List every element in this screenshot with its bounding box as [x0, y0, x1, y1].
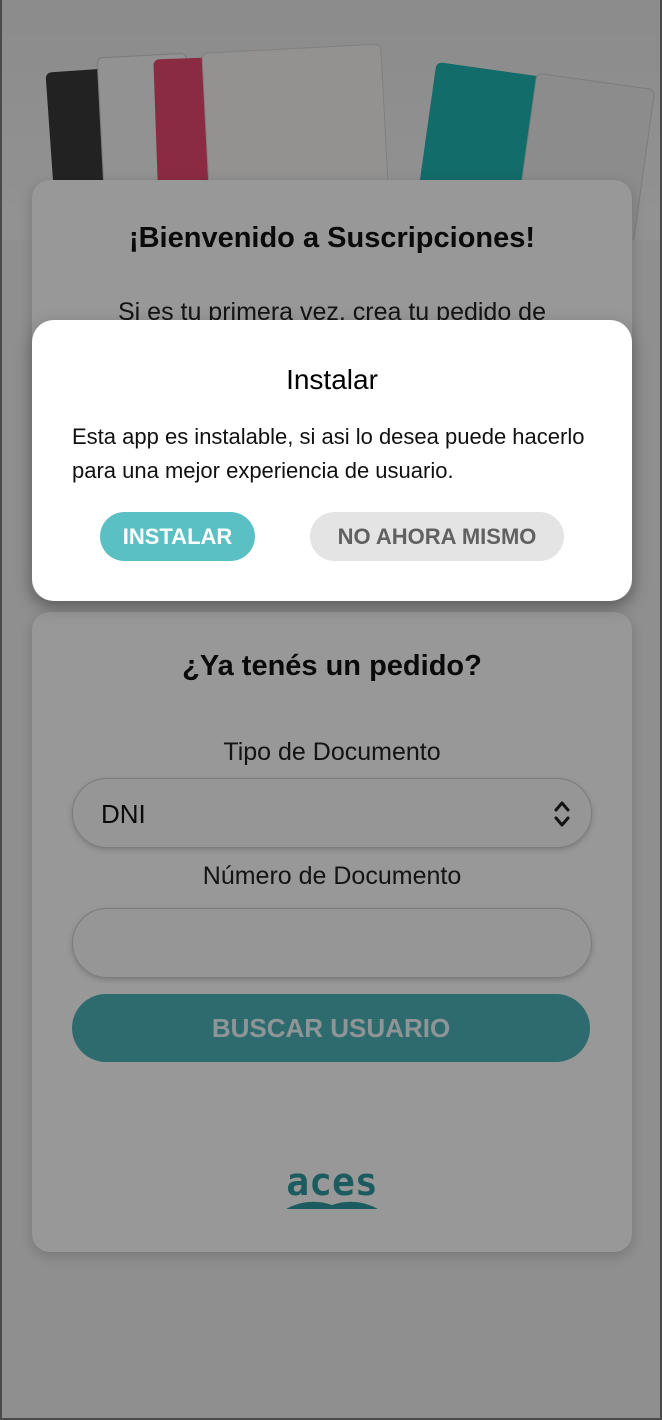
install-dialog-message: Esta app es instalable, si asi lo desea …	[72, 424, 585, 483]
not-now-button[interactable]: NO AHORA MISMO	[310, 512, 564, 561]
modal-overlay[interactable]	[2, 0, 660, 1418]
install-dialog: Instalar Esta app es instalable, si asi …	[32, 320, 632, 601]
install-dialog-title: Instalar	[286, 364, 378, 395]
app-screen: ¡Bienvenido a Suscripciones! Si es tu pr…	[0, 0, 662, 1420]
install-button[interactable]: INSTALAR	[100, 512, 255, 561]
